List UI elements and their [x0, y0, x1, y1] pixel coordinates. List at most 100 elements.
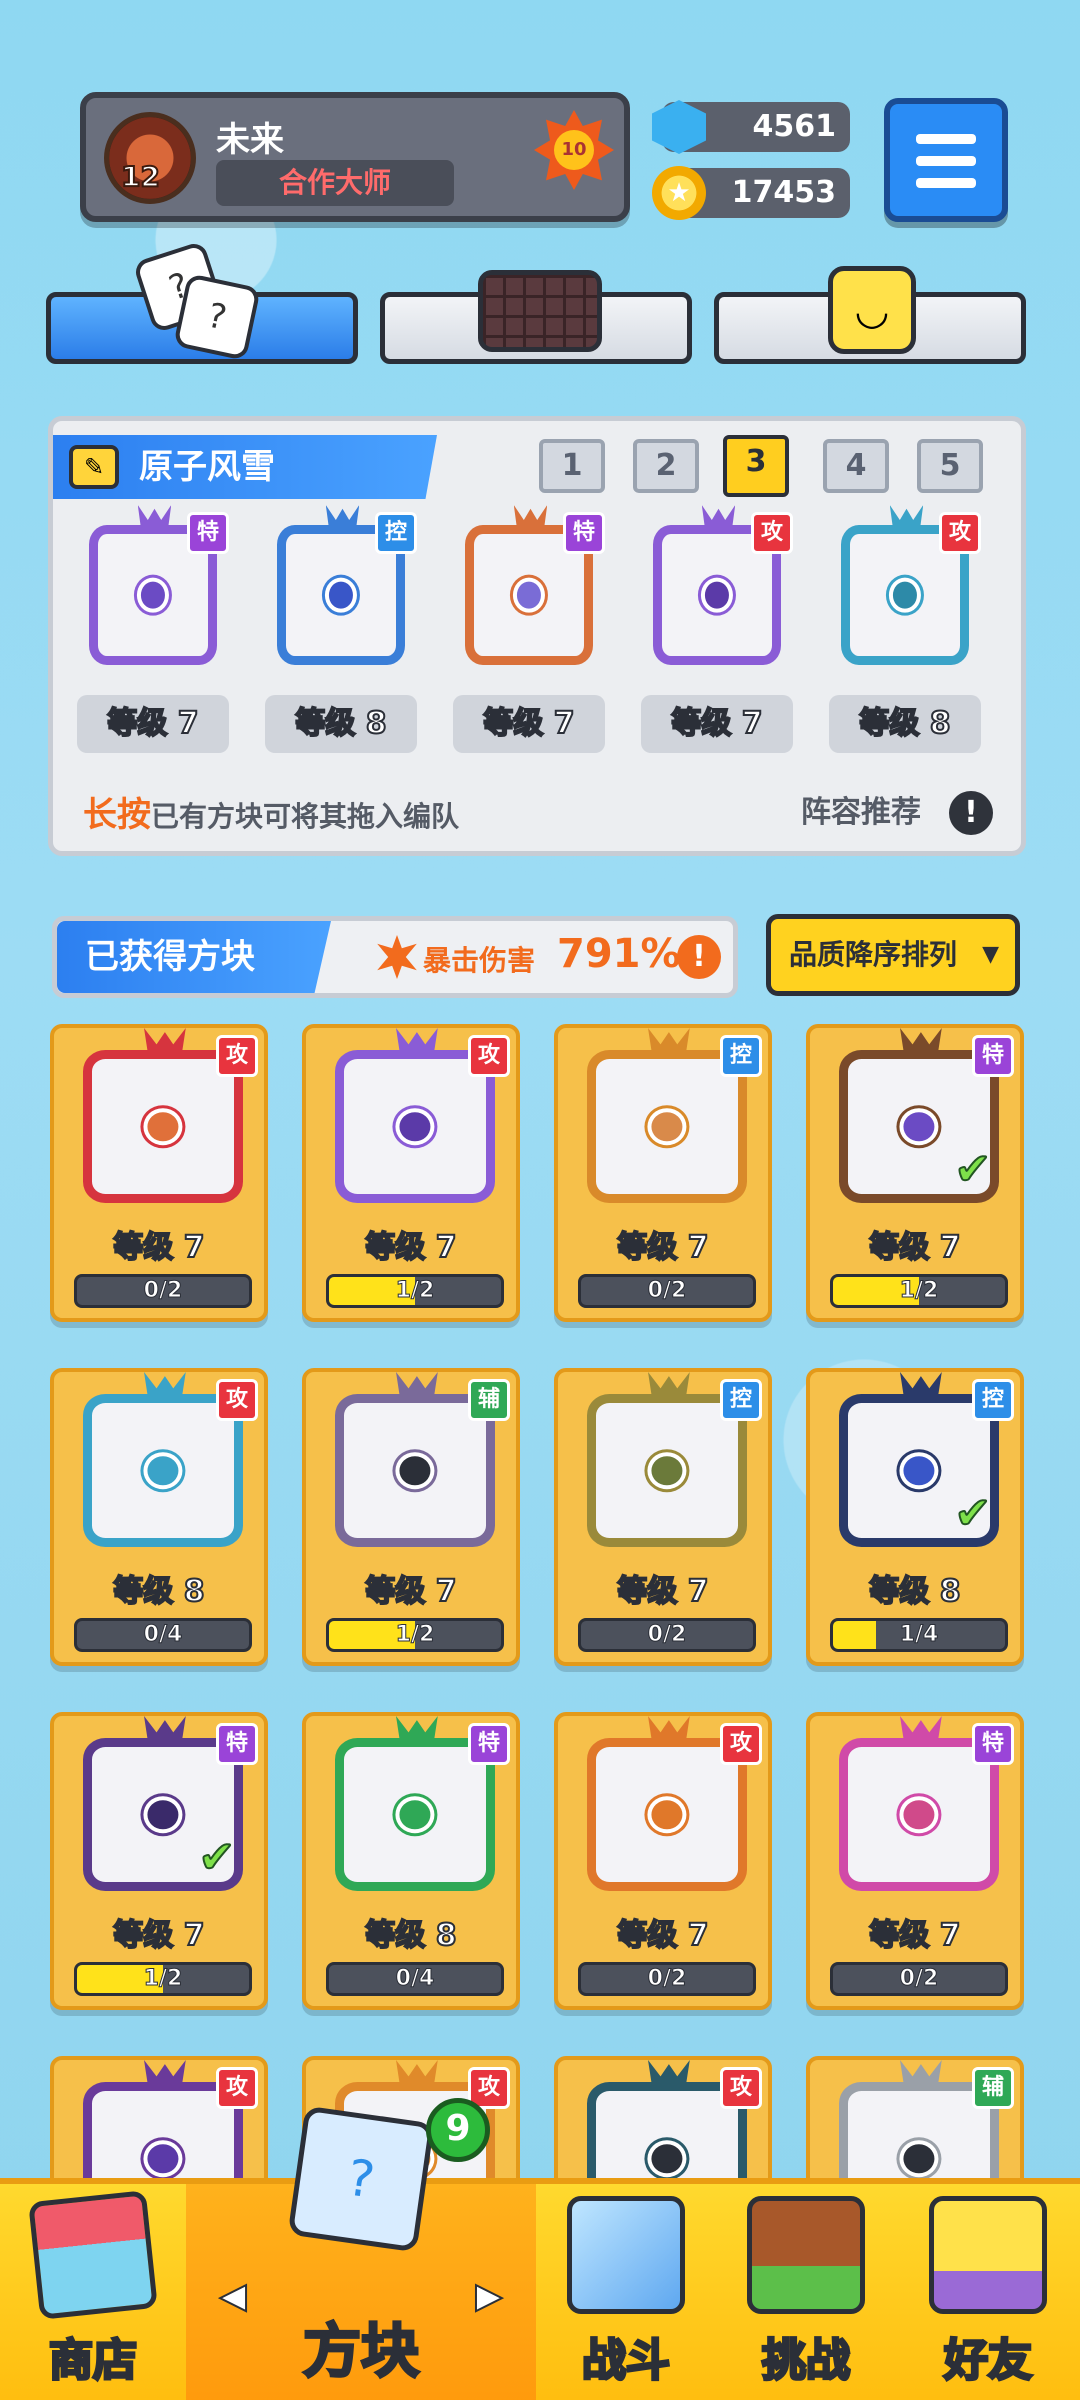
player-name: 未来 — [216, 120, 284, 160]
team-member-card[interactable]: 攻 — [829, 505, 981, 675]
block-type-tag: 攻 — [939, 511, 981, 554]
team-hint: 长按已有方块可将其拖入编队 — [83, 787, 459, 836]
block-type-tag: 辅 — [972, 2067, 1014, 2110]
player-title: 合作大师 — [216, 160, 454, 206]
nav-prev-arrow-icon[interactable]: ◀ — [219, 2275, 247, 2317]
owned-block-card[interactable]: 特 ✔ 等级 7 1/2 — [806, 1024, 1024, 1322]
friends-icon — [929, 2196, 1047, 2314]
team-member-card[interactable]: 特 — [453, 505, 605, 675]
block-art: 特 — [320, 1716, 510, 1902]
block-art: 攻 — [320, 1028, 510, 1214]
owned-block-progress-bar: 1/2 — [74, 1962, 252, 1996]
nav-challenge-label: 挑战 — [761, 2334, 852, 2388]
owned-block-card[interactable]: 控 ✔ 等级 8 1/4 — [806, 1368, 1024, 1666]
in-team-check-icon: ✔ — [953, 1487, 992, 1540]
team-slot-3[interactable]: 3 — [723, 435, 789, 497]
new-blocks-count-badge: 9 — [426, 2098, 490, 2162]
owned-block-card[interactable]: 攻等级 7 1/2 — [302, 1024, 520, 1322]
owned-block-level: 等级 7 — [868, 1917, 961, 1954]
nav-shop[interactable]: 商店 — [0, 2184, 186, 2400]
block-type-tag: 辅 — [468, 1379, 510, 1422]
shop-icon — [28, 2190, 158, 2320]
menu-button[interactable] — [884, 98, 1008, 222]
smile-glyph: ◡ — [854, 288, 890, 334]
recommend-lineup-button[interactable]: 阵容推荐 — [801, 787, 921, 831]
nav-friends-label: 好友 — [943, 2334, 1034, 2388]
dice-glyph: ? — [204, 295, 230, 339]
owned-block-progress-text: 1/2 — [395, 1278, 435, 1304]
in-team-check-icon: ✔ — [953, 1143, 992, 1196]
owned-block-card[interactable]: 辅等级 7 1/2 — [302, 1368, 520, 1666]
owned-block-progress-text: 0/2 — [647, 1966, 687, 1992]
team-member-level: 等级 7 — [77, 695, 229, 753]
owned-block-progress-text: 0/2 — [647, 1278, 687, 1304]
player-profile-card[interactable]: 12 未来 合作大师 10 — [80, 92, 630, 222]
owned-block-progress-bar: 1/4 — [830, 1618, 1008, 1652]
nav-battle[interactable]: 战斗 — [536, 2184, 716, 2400]
owned-block-progress-text: 0/4 — [143, 1622, 183, 1648]
block-art: 控 — [265, 505, 417, 675]
owned-block-progress-text: 1/2 — [899, 1278, 939, 1304]
team-member-card[interactable]: 攻 — [641, 505, 793, 675]
owned-block-progress-bar: 0/2 — [830, 1962, 1008, 1996]
player-avatar[interactable]: 12 — [104, 112, 196, 204]
owned-block-level: 等级 8 — [364, 1917, 457, 1954]
owned-block-progress-bar: 1/2 — [830, 1274, 1008, 1308]
nav-next-arrow-icon[interactable]: ▶ — [475, 2275, 503, 2317]
coin-icon: ★ — [652, 166, 706, 220]
team-slot-2[interactable]: 2 — [633, 439, 699, 493]
owned-block-progress-text: 1/2 — [395, 1622, 435, 1648]
owned-block-level: 等级 7 — [868, 1229, 961, 1266]
owned-block-card[interactable]: 控等级 7 0/2 — [554, 1368, 772, 1666]
team-member-card[interactable]: 特 — [77, 505, 229, 675]
owned-block-card[interactable]: 特等级 7 0/2 — [806, 1712, 1024, 2010]
owned-block-card[interactable]: 攻等级 7 0/2 — [554, 1712, 772, 2010]
owned-block-level: 等级 7 — [364, 1229, 457, 1266]
owned-block-card[interactable]: 特 ✔ 等级 7 1/2 — [50, 1712, 268, 2010]
sort-dropdown[interactable]: 品质降序排列 ▼ — [766, 914, 1020, 996]
block-art: 特 ✔ — [824, 1028, 1014, 1214]
info-icon[interactable]: ! — [949, 791, 993, 835]
team-member-level: 等级 7 — [641, 695, 793, 753]
block-art: 特 — [453, 505, 605, 675]
nav-friends[interactable]: 好友 — [896, 2184, 1080, 2400]
mystery-block-icon: ? — [287, 2105, 435, 2253]
block-art: 辅 — [320, 1372, 510, 1558]
challenge-icon — [747, 2196, 865, 2314]
team-member-level: 等级 7 — [453, 695, 605, 753]
nav-blocks[interactable]: ? 方块 ◀ ▶ — [186, 2105, 536, 2400]
owned-block-progress-text: 0/4 — [395, 1966, 435, 1992]
block-art: 特 ✔ — [68, 1716, 258, 1902]
crit-info-icon[interactable]: ! — [677, 935, 721, 979]
team-slot-4[interactable]: 4 — [823, 439, 889, 493]
block-art: 控 — [572, 1372, 762, 1558]
owned-block-level: 等级 8 — [112, 1573, 205, 1610]
block-type-tag: 控 — [720, 1035, 762, 1078]
owned-block-progress-bar: 0/2 — [578, 1618, 756, 1652]
block-type-tag: 攻 — [216, 1379, 258, 1422]
team-member-level: 等级 8 — [265, 695, 417, 753]
owned-block-progress-bar: 1/2 — [326, 1618, 504, 1652]
owned-block-card[interactable]: 特等级 8 0/4 — [302, 1712, 520, 2010]
nav-challenge[interactable]: 挑战 — [716, 2184, 896, 2400]
owned-block-level: 等级 7 — [112, 1917, 205, 1954]
block-type-tag: 控 — [375, 511, 417, 554]
crit-burst-icon — [377, 935, 417, 979]
coin-amount: 17453 — [731, 175, 836, 210]
owned-block-card[interactable]: 控等级 7 0/2 — [554, 1024, 772, 1322]
rank-badge-icon[interactable]: 10 — [534, 110, 614, 190]
team-slot-5[interactable]: 5 — [917, 439, 983, 493]
block-type-tag: 控 — [720, 1379, 762, 1422]
owned-block-progress-bar: 1/2 — [326, 1274, 504, 1308]
owned-block-progress-bar: 0/4 — [74, 1618, 252, 1652]
owned-block-card[interactable]: 攻等级 7 0/2 — [50, 1024, 268, 1322]
owned-block-progress-text: 0/2 — [143, 1278, 183, 1304]
owned-block-card[interactable]: 攻等级 8 0/4 — [50, 1368, 268, 1666]
player-level: 12 — [120, 159, 161, 194]
block-art: 攻 — [68, 1372, 258, 1558]
block-type-tag: 特 — [972, 1035, 1014, 1078]
team-slot-1[interactable]: 1 — [539, 439, 605, 493]
owned-block-progress-text: 0/2 — [647, 1622, 687, 1648]
team-member-card[interactable]: 控 — [265, 505, 417, 675]
edit-team-name-icon[interactable]: ✎ — [69, 445, 119, 489]
